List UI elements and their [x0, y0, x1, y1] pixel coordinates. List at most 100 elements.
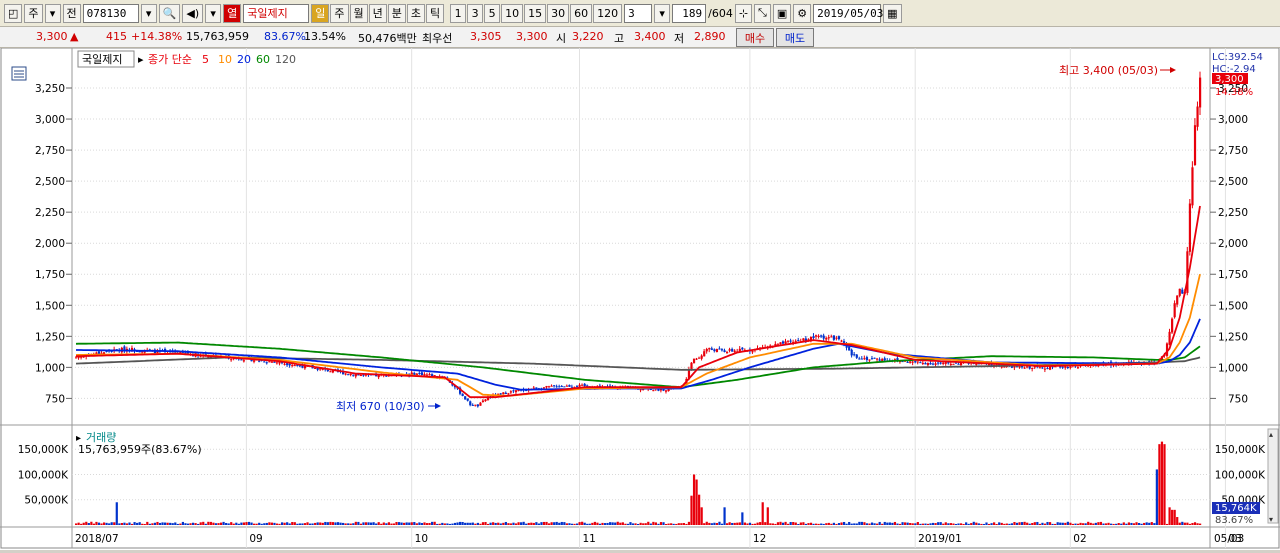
date-input[interactable]: 2019/05/03	[813, 3, 883, 23]
volume-bar	[1186, 522, 1189, 525]
volume-bar	[1143, 522, 1146, 525]
count-input[interactable]: 189	[672, 3, 707, 23]
volume-bar	[804, 523, 808, 525]
chevron-down-icon[interactable]: ▾	[44, 3, 61, 23]
calendar-icon[interactable]: ▦	[883, 3, 902, 23]
minute-tab[interactable]: 5	[484, 3, 501, 23]
volume-bar	[870, 522, 874, 525]
candle-body	[911, 361, 914, 363]
gear-icon[interactable]: ⚙	[793, 3, 812, 23]
candle-body	[837, 336, 841, 340]
period-tab[interactable]: 년	[368, 3, 387, 23]
period-tab[interactable]: 초	[406, 3, 425, 23]
candle-body	[509, 391, 513, 393]
candle-body	[268, 361, 271, 363]
period-tab[interactable]: 주	[330, 3, 349, 23]
period-tab[interactable]: 틱	[426, 3, 445, 23]
y-tick-label-right: 2,000	[1218, 238, 1248, 250]
volume-bar	[865, 523, 869, 525]
volume-bar	[102, 522, 106, 525]
volume-bar	[642, 523, 645, 525]
volume-bar	[514, 523, 518, 525]
candle-body	[924, 362, 927, 365]
candle-body	[789, 340, 792, 342]
minute-tab[interactable]: 30	[547, 3, 570, 23]
code-input[interactable]: 078130	[82, 3, 139, 23]
volume-bar	[743, 522, 747, 525]
volume-bar	[443, 523, 446, 525]
volume-bar	[883, 521, 886, 525]
scrollbar[interactable]	[1267, 428, 1279, 524]
candle-body	[1171, 318, 1174, 333]
volume-bar	[458, 521, 462, 525]
legend-toggle-icon[interactable]: ▸	[138, 53, 144, 66]
highest-annotation: 최고 3,400 (05/03)	[1059, 64, 1158, 77]
scroll-up-icon[interactable]: ▴	[1269, 430, 1273, 439]
volume-bar	[397, 522, 401, 525]
volume-bar	[75, 523, 78, 525]
volume-bar	[1097, 522, 1100, 525]
volume-bar	[723, 507, 726, 525]
candle-body	[502, 392, 505, 395]
volume-toggle-icon[interactable]: ▸	[76, 433, 81, 444]
candle-body	[481, 400, 485, 403]
search-icon[interactable]: 🔍	[158, 3, 181, 23]
candle-body	[728, 349, 731, 351]
candle-body	[802, 338, 805, 341]
minute-tab[interactable]: 1	[450, 3, 467, 23]
minute-tab[interactable]: 120	[593, 3, 623, 23]
sell-button[interactable]: 매도	[776, 28, 814, 47]
yeol-button[interactable]: 열	[223, 3, 242, 23]
y-tick-label: 2,250	[35, 207, 65, 219]
period-tab[interactable]: 일	[311, 3, 330, 23]
chevron-down-icon[interactable]: ▾	[654, 3, 671, 23]
volume-bar	[364, 522, 368, 525]
candle-body	[75, 357, 78, 359]
volume-bar	[891, 522, 894, 525]
candle-body	[469, 401, 472, 406]
volume-bar	[123, 522, 126, 525]
minute-select[interactable]: 3	[624, 3, 653, 23]
save-icon[interactable]: ▣	[772, 3, 792, 23]
scroll-down-icon[interactable]: ▾	[1269, 515, 1273, 524]
volume-bar	[685, 523, 688, 525]
price-chart[interactable]: 750 750 1,000 1,000 1,250 1,250 1,500 1,500 1,75…	[0, 47, 1280, 550]
minute-tab[interactable]: 60	[570, 3, 593, 23]
volume-box-value: 15,764K	[1215, 503, 1257, 514]
volume-bar	[733, 522, 736, 525]
volume-bar	[853, 523, 856, 525]
chevron-down-icon[interactable]: ▾	[205, 3, 222, 23]
volume-bar	[199, 522, 202, 525]
candle-body	[565, 385, 568, 387]
window-icon[interactable]: ◰	[4, 3, 23, 23]
lc-label: LC:392.54	[1212, 52, 1263, 63]
chevron-down-icon[interactable]: ▾	[140, 3, 157, 23]
candle-body	[474, 404, 477, 406]
tool-icon[interactable]: ⤡	[754, 3, 771, 23]
speaker-icon[interactable]: ◀)	[182, 3, 204, 23]
volume-bar	[575, 523, 579, 525]
volume-bar	[441, 522, 444, 525]
volume-bar	[555, 521, 558, 525]
volume-bar	[469, 522, 472, 525]
candle-body	[1066, 367, 1069, 369]
vol-tick-label: 150,000K	[18, 444, 69, 456]
candle-body	[1176, 295, 1179, 305]
minute-tab[interactable]: 10	[501, 3, 524, 23]
minute-tab[interactable]: 3	[467, 3, 484, 23]
tab-prev[interactable]: 전	[62, 3, 81, 23]
chart-area[interactable]: 750 750 1,000 1,000 1,250 1,250 1,500 1,500 1,75…	[0, 47, 1280, 550]
volume-bar	[207, 521, 210, 525]
minute-tab[interactable]: 15	[524, 3, 547, 23]
volume-bar	[957, 523, 960, 525]
crosshair-icon[interactable]: ⊹	[734, 3, 753, 23]
tab-stock[interactable]: 주	[24, 3, 43, 23]
period-tab[interactable]: 분	[387, 3, 406, 23]
volume-bar	[153, 522, 157, 525]
buy-button[interactable]: 매수	[736, 28, 774, 47]
legend-ma10: 10	[218, 53, 232, 66]
volume-bar	[1071, 523, 1075, 525]
volume-bar	[982, 523, 986, 525]
period-tabs: 일주월년분초틱	[311, 3, 445, 23]
period-tab[interactable]: 월	[349, 3, 368, 23]
